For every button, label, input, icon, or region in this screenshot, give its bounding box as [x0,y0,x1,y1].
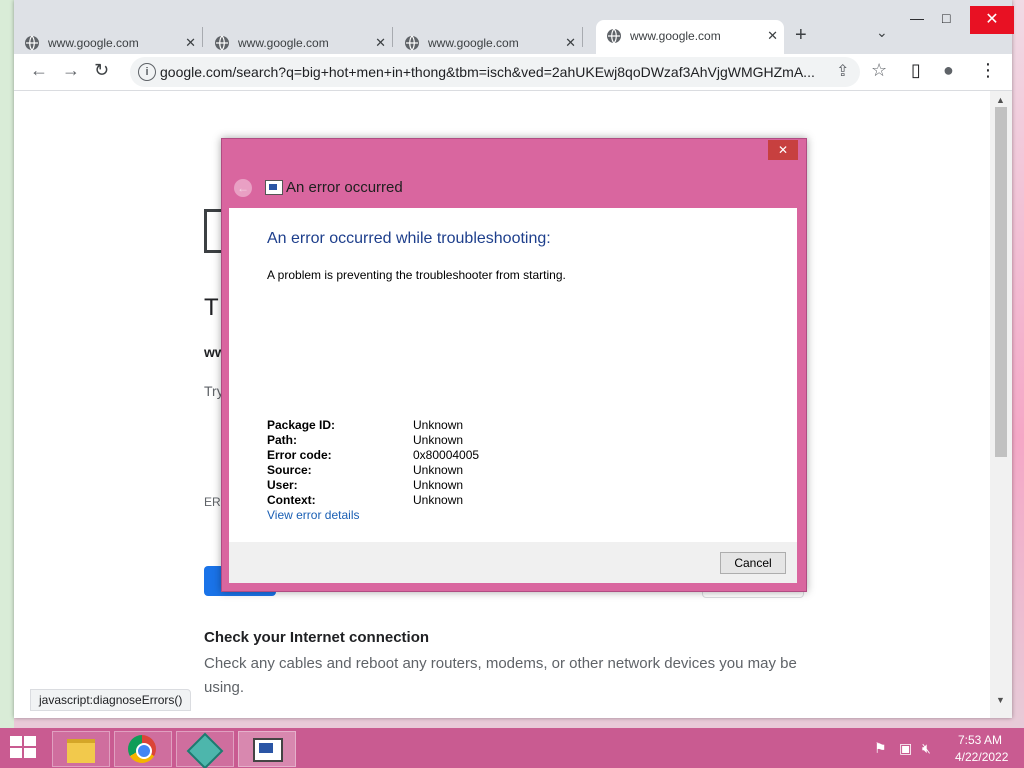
app-taskbar-button[interactable] [176,731,234,768]
share-icon[interactable]: ⇪ [836,61,849,81]
dialog-footer: Cancel [229,542,797,583]
tab-title: www.google.com [630,29,721,43]
reload-icon[interactable]: ↻ [94,60,109,81]
network-icon[interactable]: ▣ [899,740,912,757]
page-heading: T [204,294,219,321]
globe-icon [405,35,419,51]
scroll-down-arrow-icon[interactable]: ▼ [996,695,1005,705]
tab-close-icon[interactable]: ✕ [185,35,196,51]
tab-title: www.google.com [238,36,329,50]
globe-icon [25,35,39,51]
tab-2[interactable]: www.google.com ✕ [204,27,393,51]
detail-value: Unknown [413,418,464,432]
app-icon-screen [269,184,277,190]
detail-value: Unknown [413,478,464,492]
chevron-down-icon[interactable]: ⌄ [876,24,888,41]
file-explorer-taskbar-button[interactable] [52,731,110,767]
side-panel-icon[interactable]: ▯ [911,60,921,81]
tab-title: www.google.com [428,36,519,50]
volume-muted-icon[interactable]: 🔇︎ [922,740,931,757]
taskbar: ⚑ ▣ 🔇︎ 7:53 AM 4/22/2022 [0,728,1024,768]
info-icon[interactable]: i [138,63,156,81]
maximize-button[interactable]: □ [942,10,950,26]
status-bubble: javascript:diagnoseErrors() [30,689,192,711]
detail-label: Error code: [267,448,332,462]
page-scrollbar[interactable]: ▲ ▼ [990,91,1012,718]
clock-time[interactable]: 7:53 AM [958,733,1002,747]
cube-icon [186,732,224,768]
windows-start-icon[interactable] [10,736,38,760]
chrome-icon-center [136,743,152,759]
dialog-close-button[interactable]: ✕ [768,140,798,160]
detail-value: Unknown [413,493,464,507]
scroll-up-arrow-icon[interactable]: ▲ [996,95,1005,105]
desktop-background [0,0,14,728]
troubleshooter-app-icon [265,180,283,195]
error-dialog: ✕ ← An error occurred An error occurred … [221,138,807,592]
troubleshooter-icon [253,738,283,762]
tab-strip: www.google.com ✕ www.google.com ✕ www.go… [14,0,1014,54]
cancel-button[interactable]: Cancel [720,552,786,574]
detail-label: Context: [267,493,316,507]
globe-icon [607,28,621,44]
plus-icon[interactable]: + [795,24,807,47]
error-heading: An error occurred while troubleshooting: [267,230,551,247]
tab-close-icon[interactable]: ✕ [375,35,386,51]
detail-label: Source: [267,463,312,477]
detail-label: User: [267,478,298,492]
back-arrow-icon[interactable]: ← [234,179,252,197]
globe-icon [215,35,229,51]
page-error-code: ER [204,495,221,509]
clock-date[interactable]: 4/22/2022 [955,750,1008,764]
minimize-button[interactable]: — [910,10,924,26]
dialog-body: An error occurred while troubleshooting:… [229,208,797,542]
tab-close-icon[interactable]: ✕ [767,28,778,44]
tab-title: www.google.com [48,36,139,50]
url-text[interactable]: google.com/search?q=big+hot+men+in+thong… [160,64,815,80]
scrollbar-thumb[interactable] [995,107,1007,457]
detail-value: Unknown [413,433,464,447]
detail-label: Path: [267,433,297,447]
error-description: A problem is preventing the troubleshoot… [267,268,566,282]
forward-arrow-icon[interactable]: → [62,60,80,81]
check-connection-heading: Check your Internet connection [204,629,430,646]
detail-value: 0x80004005 [413,448,480,462]
tab-1[interactable]: www.google.com ✕ [14,27,203,51]
view-error-details-link[interactable]: View error details [267,508,359,522]
action-center-flag-icon[interactable]: ⚑ [874,740,887,757]
detail-value: Unknown [413,463,464,477]
back-arrow-icon[interactable]: ← [30,60,48,81]
menu-kebab-icon[interactable]: ⋮ [979,60,997,81]
troubleshooter-taskbar-button[interactable] [238,731,296,767]
tab-3[interactable]: www.google.com ✕ [394,27,583,51]
browser-toolbar: ← → ↻ i google.com/search?q=big+hot+men+… [14,54,1012,91]
chrome-taskbar-button[interactable] [114,731,172,767]
bookmark-star-icon[interactable]: ☆ [871,60,887,81]
dialog-title: An error occurred [286,179,403,196]
check-connection-body: Check any cables and reboot any routers,… [204,655,797,696]
tab-close-icon[interactable]: ✕ [565,35,576,51]
close-window-button[interactable]: ✕ [970,6,1014,34]
profile-avatar-icon[interactable]: ● [943,60,954,81]
tab-4-active[interactable]: www.google.com ✕ [596,20,784,54]
detail-label: Package ID: [267,418,336,432]
folder-icon [67,739,95,763]
address-bar[interactable]: i google.com/search?q=big+hot+men+in+tho… [130,57,860,87]
desktop-background-right [1012,0,1024,728]
